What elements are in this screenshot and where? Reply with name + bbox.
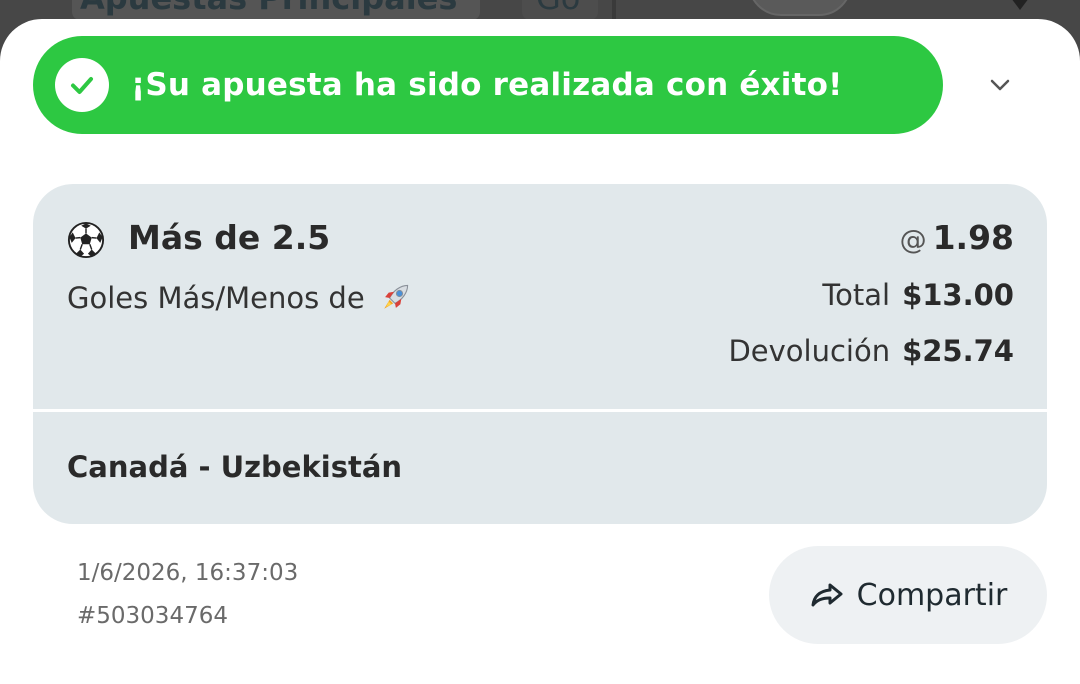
- return-label: Devolución: [728, 334, 891, 368]
- bet-id: #503034764: [77, 603, 228, 629]
- check-icon: [55, 58, 109, 112]
- soccer-ball-icon: [67, 221, 105, 259]
- card-divider: [33, 409, 1047, 412]
- share-arrow-icon: [811, 583, 843, 607]
- background-tab-secondary-label: Go: [536, 0, 580, 18]
- chevron-down-icon: [990, 79, 1010, 91]
- bet-timestamp: 1/6/2026, 16:37:03: [77, 560, 299, 586]
- market-label: Goles Más/Menos de: [67, 281, 365, 315]
- return-value: $25.74: [902, 334, 1014, 368]
- background-toggle: [748, 0, 852, 16]
- share-label: Compartir: [856, 577, 1008, 613]
- success-banner: ¡Su apuesta ha sido realizada con éxito!: [33, 36, 943, 134]
- odds-value: 1.98: [932, 218, 1014, 257]
- odds-prefix: @: [899, 225, 927, 256]
- share-button[interactable]: Compartir: [769, 546, 1047, 644]
- bet-card: Más de 2.5 Goles Más/Menos de @ 1.98 Tot…: [33, 184, 1047, 524]
- total-value: $13.00: [902, 278, 1014, 312]
- return-row: Devolución $25.74: [728, 334, 1014, 368]
- total-row: Total $13.00: [822, 278, 1014, 312]
- total-label: Total: [822, 278, 891, 312]
- bet-confirmation-sheet: ¡Su apuesta ha sido realizada con éxito!…: [0, 19, 1080, 684]
- background-tab-main-label: Apuestas Principales: [80, 0, 457, 18]
- market-name: Goles Más/Menos de: [67, 280, 413, 316]
- event-name: Canadá - Uzbekistán: [67, 450, 403, 484]
- rocket-icon: [383, 284, 408, 309]
- collapse-button[interactable]: [982, 67, 1018, 103]
- background-divider: [612, 0, 616, 20]
- odds: @ 1.98: [900, 218, 1014, 257]
- success-message: ¡Su apuesta ha sido realizada con éxito!: [131, 67, 843, 103]
- background-caret-icon: [1008, 0, 1032, 10]
- selection-name: Más de 2.5: [128, 218, 331, 257]
